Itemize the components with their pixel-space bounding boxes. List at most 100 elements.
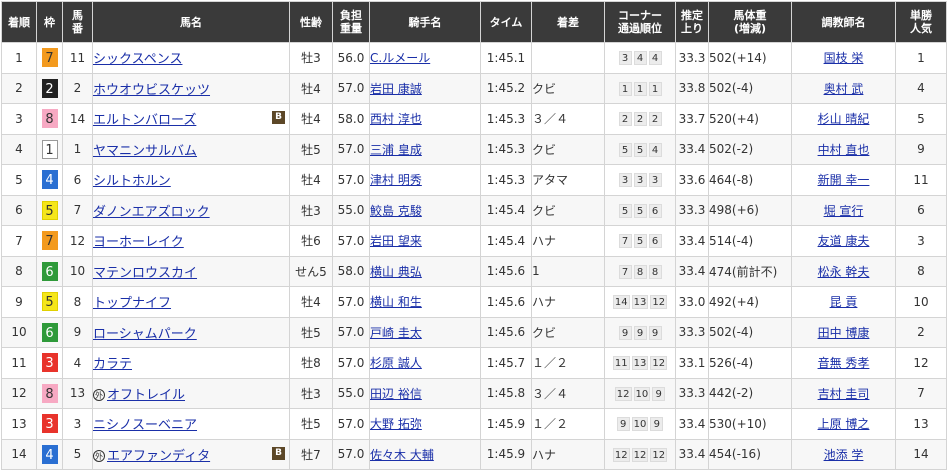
- jockey-name-link[interactable]: 杉原 誠人: [371, 356, 422, 370]
- weight-carried-cell: 57.0: [332, 133, 370, 165]
- body-weight-diff: (+4): [731, 294, 759, 309]
- popularity-cell: 10: [895, 286, 947, 318]
- trainer-name-link[interactable]: 杉山 晴紀: [818, 112, 870, 126]
- corner-position: 9: [650, 417, 664, 431]
- horse-name-link[interactable]: ダノンエアズロック: [94, 205, 210, 220]
- time-cell: 1:45.1: [480, 42, 532, 74]
- trainer-name-link[interactable]: 国枝 栄: [824, 51, 864, 65]
- trainer-name-link[interactable]: 田中 博康: [818, 326, 870, 340]
- trainer-name-link[interactable]: 中村 直也: [818, 143, 870, 157]
- trainer-name-link[interactable]: 友道 康夫: [818, 234, 870, 248]
- sex-age-cell: 牡4: [289, 164, 333, 196]
- horse-name-link[interactable]: オフトレイル: [107, 388, 185, 403]
- trainer-name-link[interactable]: 堀 宣行: [824, 204, 864, 218]
- jockey-name-link[interactable]: 横山 和生: [371, 295, 422, 309]
- jockey-name-link[interactable]: 岩田 望来: [371, 234, 422, 248]
- time-cell: 1:45.4: [480, 194, 532, 226]
- corner-cell: 9 10 9: [604, 408, 676, 440]
- trainer-name-link[interactable]: 池添 学: [824, 448, 864, 462]
- corner-position: 5: [618, 142, 632, 157]
- margin-cell: クビ: [531, 133, 605, 165]
- last3f-cell: 33.3: [675, 377, 709, 409]
- body-weight-value: 520: [709, 111, 732, 126]
- corner-position: 5: [633, 142, 647, 157]
- jockey-name-link[interactable]: 大野 拓弥: [371, 417, 422, 431]
- waku-cell: 7: [36, 225, 63, 257]
- jockey-name-link[interactable]: 津村 明秀: [371, 173, 422, 187]
- waku-cell: 3: [36, 408, 63, 440]
- jockey-cell: 田辺 裕信: [369, 377, 481, 409]
- umaban-cell: 7: [62, 194, 93, 226]
- jockey-cell: 岩田 康誠: [369, 72, 481, 104]
- last3f-cell: 33.4: [675, 255, 709, 287]
- umaban-cell: 11: [62, 42, 93, 74]
- trainer-cell: 新開 幸一: [791, 164, 896, 196]
- header-horse: 馬名: [92, 1, 290, 43]
- umaban-cell: 12: [62, 225, 93, 257]
- popularity-cell: 11: [895, 164, 947, 196]
- time-cell: 1:45.6: [480, 255, 532, 287]
- waku-cell: 4: [36, 438, 63, 470]
- horse-cell: トップナイフ: [92, 286, 290, 318]
- rank-cell: 8: [1, 255, 37, 287]
- popularity-cell: 3: [895, 225, 947, 257]
- last3f-cell: 33.0: [675, 286, 709, 318]
- table-body: 1 7 11 シックスペンス 牡3 56.0 C.ルメール 1:45.1 3 4 4 33.3 502(…: [1, 42, 947, 470]
- popularity-cell: 2: [895, 316, 947, 348]
- horse-name-link[interactable]: ホウオウビスケッツ: [94, 83, 211, 98]
- horse-name-link[interactable]: マテンロウスカイ: [94, 266, 198, 281]
- header-last3f: 推定 上り: [675, 1, 709, 43]
- jockey-name-link[interactable]: 西村 淳也: [371, 112, 422, 126]
- trainer-name-link[interactable]: 新開 幸一: [818, 173, 870, 187]
- jockey-name-link[interactable]: 横山 典弘: [371, 265, 422, 279]
- body-weight-cell: 464(-8): [708, 164, 792, 196]
- corner-position: 1: [618, 81, 632, 96]
- waku-cell: 1: [36, 133, 63, 165]
- table-row: 14 4 5 外エアファンディタ B 牡7 57.0 佐々木 大輔 1:45.9 ハナ 12 12 12…: [1, 438, 947, 470]
- margin-cell: クビ: [531, 316, 605, 348]
- trainer-name-link[interactable]: 昆 貢: [830, 295, 858, 309]
- corner-cell: 12 12 12: [604, 438, 676, 470]
- horse-name-link[interactable]: ヤマニンサルバム: [94, 144, 198, 159]
- trainer-name-link[interactable]: 奥村 武: [824, 82, 864, 96]
- jockey-cell: 戸崎 圭太: [369, 316, 481, 348]
- corner-position: 7: [618, 234, 632, 248]
- waku-badge: 7: [41, 48, 58, 68]
- popularity-cell: 14: [895, 438, 947, 470]
- horse-name-link[interactable]: ローシャムパーク: [94, 327, 197, 342]
- jockey-name-link[interactable]: 佐々木 大輔: [371, 448, 434, 462]
- horse-name-link[interactable]: エルトンバローズ: [94, 113, 197, 128]
- corner-position: 8: [648, 264, 662, 279]
- trainer-name-link[interactable]: 上原 博之: [818, 417, 870, 431]
- jockey-name-link[interactable]: 戸崎 圭太: [371, 326, 422, 340]
- horse-name-link[interactable]: トップナイフ: [94, 296, 172, 311]
- body-weight-value: 514: [709, 233, 732, 248]
- sex-age-cell: せん5: [289, 255, 333, 287]
- body-weight-cell: 492(+4): [708, 286, 792, 318]
- last3f-cell: 33.4: [675, 408, 709, 440]
- horse-name-link[interactable]: ヨーホーレイク: [94, 235, 184, 250]
- jockey-name-link[interactable]: 鮫島 克駿: [371, 204, 422, 218]
- horse-name-link[interactable]: ニシノスーベニア: [94, 418, 198, 433]
- corner-position: 9: [648, 325, 662, 340]
- jockey-name-link[interactable]: 三浦 皇成: [371, 143, 422, 157]
- horse-name-link[interactable]: カラテ: [94, 357, 133, 372]
- horse-cell: 外オフトレイル: [92, 377, 290, 409]
- jockey-name-link[interactable]: 岩田 康誠: [371, 82, 422, 96]
- corner-position: 2: [633, 112, 647, 126]
- trainer-name-link[interactable]: 松永 幹夫: [818, 265, 870, 279]
- table-row: 4 1 1 ヤマニンサルバム 牡5 57.0 三浦 皇成 1:45.3 クビ 5 5 4 33.4 502…: [1, 133, 947, 165]
- trainer-name-link[interactable]: 音無 秀孝: [818, 356, 870, 370]
- trainer-cell: 池添 学: [791, 438, 896, 470]
- horse-name-link[interactable]: シルトホルン: [94, 174, 171, 189]
- jockey-name-link[interactable]: C.ルメール: [371, 51, 431, 65]
- jockey-name-link[interactable]: 田辺 裕信: [371, 387, 422, 401]
- body-weight-value: 474: [709, 264, 732, 279]
- horse-cell: シルトホルン: [92, 164, 290, 196]
- body-weight-diff: (+14): [731, 50, 767, 65]
- time-cell: 1:45.6: [480, 316, 532, 348]
- trainer-name-link[interactable]: 吉村 圭司: [818, 387, 870, 401]
- waku-cell: 7: [36, 42, 63, 74]
- horse-name-link[interactable]: エアファンディタ: [107, 449, 210, 464]
- horse-name-link[interactable]: シックスペンス: [94, 52, 183, 67]
